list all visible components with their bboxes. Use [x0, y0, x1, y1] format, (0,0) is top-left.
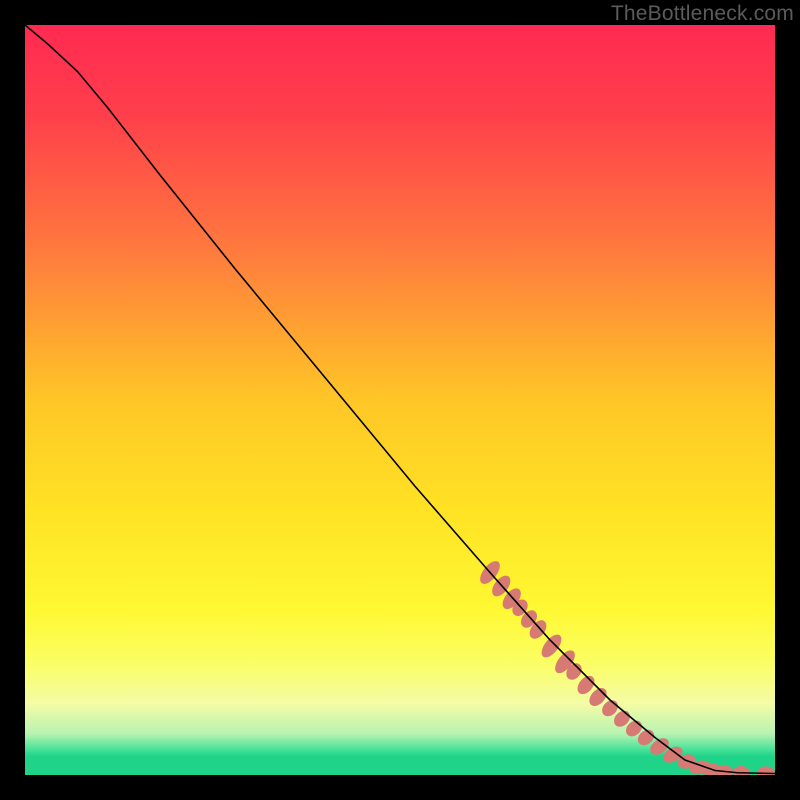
chart-stage: TheBottleneck.com — [0, 0, 800, 800]
chart-background-gradient — [25, 25, 775, 775]
watermark-text: TheBottleneck.com — [611, 2, 794, 26]
chart-svg — [25, 25, 775, 775]
